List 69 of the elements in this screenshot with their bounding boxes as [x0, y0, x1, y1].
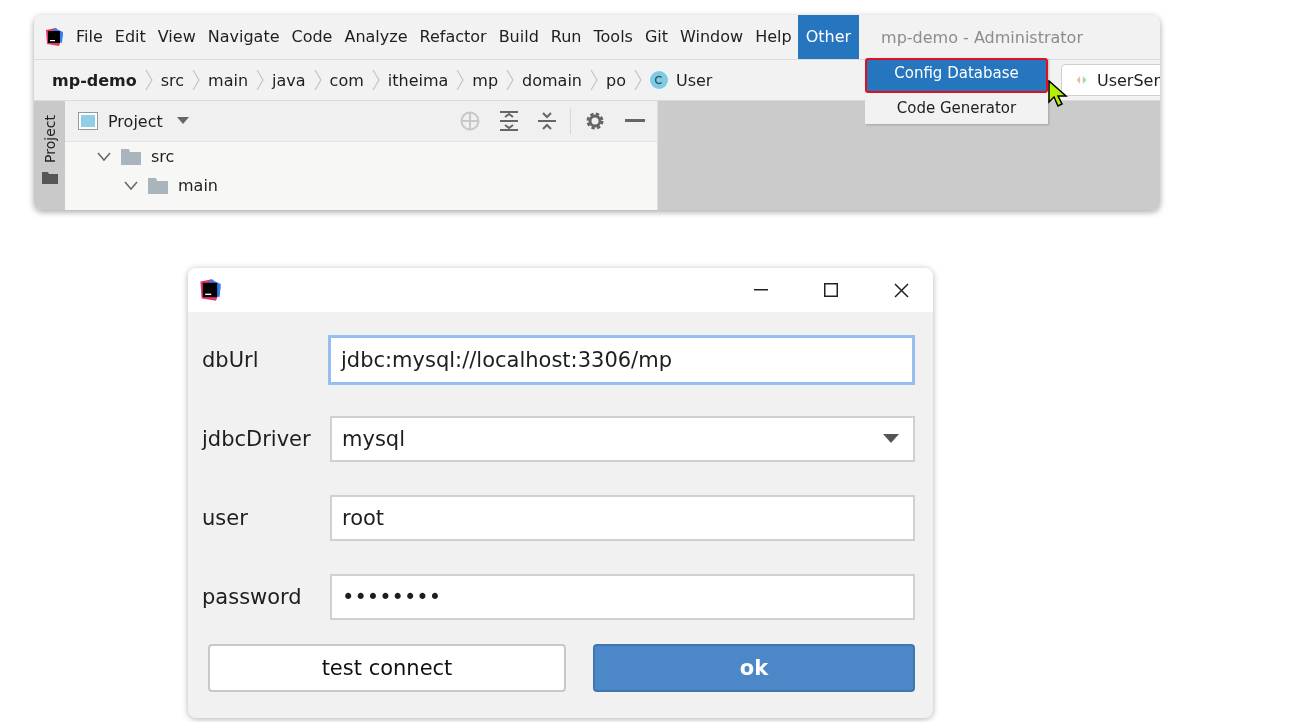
- field-label: user: [202, 505, 249, 530]
- chevron-right-icon: [313, 69, 322, 91]
- breadcrumb-item[interactable]: User: [675, 70, 713, 90]
- app-logo-icon: [44, 27, 64, 47]
- chevron-right-icon: [144, 69, 153, 91]
- menu-item[interactable]: Run: [544, 15, 588, 59]
- menu-item[interactable]: Git: [638, 15, 675, 59]
- editor-tab[interactable]: UserSer: [1061, 64, 1160, 96]
- menu-item[interactable]: Help: [749, 15, 798, 59]
- breadcrumb-item[interactable]: itheima: [387, 70, 449, 90]
- breadcrumb-item[interactable]: mp: [472, 70, 499, 90]
- menu-item[interactable]: Navigate: [201, 15, 286, 59]
- menu-item[interactable]: View: [151, 15, 202, 59]
- field-label: password: [202, 584, 303, 609]
- chevron-right-icon: [633, 69, 642, 91]
- menu-item[interactable]: Window: [674, 15, 750, 59]
- close-icon[interactable]: [894, 282, 909, 298]
- menu-item[interactable]: Code: [285, 15, 339, 59]
- menu-item[interactable]: File: [70, 15, 109, 59]
- test-connect-button[interactable]: test connect: [208, 644, 566, 692]
- dropdown-caret-icon[interactable]: [176, 117, 189, 125]
- breadcrumb-item[interactable]: src: [160, 70, 185, 90]
- field-label: jdbcDriver: [202, 426, 312, 451]
- chevron-right-icon: [192, 69, 201, 91]
- chevron-right-icon: [256, 69, 265, 91]
- tree-item[interactable]: main: [178, 176, 218, 195]
- window-icon: [78, 112, 98, 130]
- menu-option[interactable]: Code Generator: [865, 93, 1048, 124]
- panel-title[interactable]: Project: [108, 111, 163, 131]
- input-field[interactable]: ••••••••: [330, 573, 915, 620]
- tree-item[interactable]: src: [151, 147, 175, 166]
- folder-icon: [148, 177, 168, 194]
- minimize-icon[interactable]: [754, 289, 768, 291]
- chevron-down-icon[interactable]: [124, 180, 138, 191]
- breadcrumb-item[interactable]: com: [329, 70, 364, 90]
- menu-item[interactable]: Analyze: [338, 15, 414, 59]
- chevron-right-icon: [371, 69, 380, 91]
- menu-item[interactable]: Other: [797, 15, 860, 59]
- select-field[interactable]: mysql: [330, 415, 915, 462]
- breadcrumb-item[interactable]: po: [606, 70, 626, 90]
- class-icon: [649, 71, 668, 89]
- input-field[interactable]: jdbc:mysql://localhost:3306/mp: [328, 334, 915, 385]
- menu-option[interactable]: Config Database: [865, 58, 1048, 93]
- expand-all-icon[interactable]: [500, 111, 518, 131]
- menu-item[interactable]: Refactor: [413, 15, 493, 59]
- settings-icon[interactable]: [585, 111, 605, 131]
- input-field[interactable]: root: [330, 494, 915, 541]
- breadcrumb-item[interactable]: domain: [522, 70, 582, 90]
- ok-button[interactable]: ok: [593, 644, 915, 692]
- chevron-down-icon[interactable]: [97, 151, 111, 162]
- folder-icon: [121, 148, 141, 165]
- chevron-right-icon: [456, 69, 465, 91]
- breadcrumb-item[interactable]: mp-demo: [52, 70, 137, 90]
- folder-icon: [41, 170, 58, 184]
- cursor-icon: [1048, 80, 1068, 108]
- chevron-right-icon: [590, 69, 598, 91]
- breadcrumb-item[interactable]: java: [272, 70, 306, 90]
- collapse-all-icon[interactable]: [538, 111, 556, 131]
- menu-item[interactable]: Edit: [108, 15, 152, 59]
- menu-item[interactable]: Tools: [587, 15, 639, 59]
- minimize-icon[interactable]: [625, 119, 645, 123]
- breadcrumb-item[interactable]: main: [208, 70, 249, 90]
- dropdown-caret-icon: [883, 434, 899, 443]
- chevron-right-icon: [506, 69, 515, 91]
- field-label: dbUrl: [202, 347, 260, 372]
- window-title: mp-demo - Administrator: [881, 27, 1083, 47]
- maximize-icon[interactable]: [824, 283, 838, 297]
- app-logo-icon: [198, 278, 222, 302]
- menu-item[interactable]: Build: [492, 15, 545, 59]
